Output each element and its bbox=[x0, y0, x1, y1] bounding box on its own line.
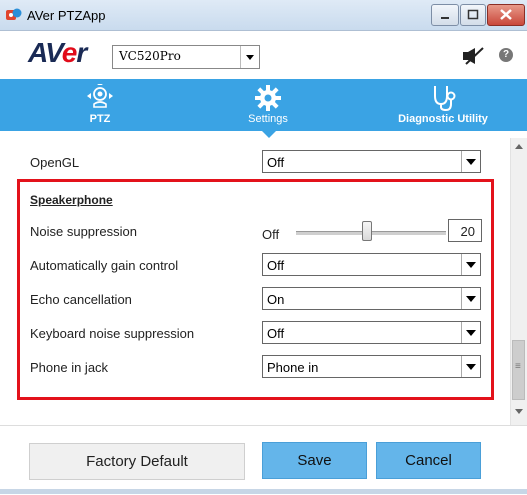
setting-row-echo-cancellation: Echo cancellation On bbox=[0, 282, 510, 316]
keyboard-noise-label: Keyboard noise suppression bbox=[30, 326, 195, 341]
chevron-down-icon bbox=[461, 288, 480, 309]
close-icon bbox=[500, 9, 512, 20]
setting-row-opengl: OpenGL Off bbox=[0, 145, 510, 179]
scroll-up-arrow-icon[interactable] bbox=[515, 144, 523, 149]
agc-value: Off bbox=[267, 258, 285, 273]
device-select-value: VC520Pro bbox=[119, 49, 181, 63]
ptz-camera-icon bbox=[87, 84, 113, 108]
stethoscope-icon bbox=[434, 86, 456, 112]
window-title: AVer PTZApp bbox=[27, 8, 106, 23]
echo-cancellation-select[interactable]: On bbox=[262, 287, 481, 310]
maximize-button[interactable] bbox=[460, 4, 486, 26]
window-bottom-border bbox=[0, 489, 527, 494]
agc-label: Automatically gain control bbox=[30, 258, 179, 273]
app-icon bbox=[6, 8, 22, 20]
factory-default-button[interactable]: Factory Default bbox=[29, 443, 245, 480]
tab-ptz-label: PTZ bbox=[89, 113, 111, 125]
chevron-down-icon bbox=[461, 254, 480, 275]
noise-suppression-label: Noise suppression bbox=[30, 224, 137, 239]
minimize-button[interactable] bbox=[431, 4, 459, 26]
noise-suppression-value-field[interactable]: 20 bbox=[448, 219, 482, 242]
setting-row-phone-jack: Phone in jack Phone in bbox=[0, 350, 510, 384]
scrollbar-thumb[interactable] bbox=[512, 340, 525, 400]
active-tab-indicator bbox=[262, 131, 276, 138]
chevron-down-icon bbox=[461, 356, 480, 377]
mic-muted-icon[interactable] bbox=[463, 47, 485, 65]
window-titlebar: AVer PTZApp bbox=[0, 0, 527, 31]
keyboard-noise-select[interactable]: Off bbox=[262, 321, 481, 344]
maximize-icon bbox=[467, 9, 479, 20]
tab-settings[interactable]: Settings bbox=[228, 79, 308, 131]
noise-suppression-min-label: Off bbox=[262, 227, 280, 242]
device-select[interactable]: VC520Pro bbox=[112, 45, 260, 69]
phone-jack-value: Phone in bbox=[267, 360, 319, 375]
noise-suppression-value: 20 bbox=[460, 224, 475, 239]
opengl-select[interactable]: Off bbox=[262, 150, 481, 173]
vertical-scrollbar[interactable] bbox=[510, 138, 527, 425]
echo-cancellation-value: On bbox=[267, 292, 285, 307]
opengl-value: Off bbox=[267, 155, 285, 170]
tab-diagnostic-label: Diagnostic Utility bbox=[398, 113, 488, 125]
speakerphone-section-title: Speakerphone bbox=[30, 193, 113, 207]
phone-jack-label: Phone in jack bbox=[30, 360, 109, 375]
setting-row-agc: Automatically gain control Off bbox=[0, 248, 510, 282]
tab-diagnostic-utility[interactable]: Diagnostic Utility bbox=[378, 79, 508, 131]
chevron-down-icon bbox=[461, 151, 480, 172]
chevron-down-icon bbox=[240, 46, 259, 68]
chevron-down-icon bbox=[461, 322, 480, 343]
tab-settings-label: Settings bbox=[248, 113, 288, 125]
tab-ptz[interactable]: PTZ bbox=[60, 79, 140, 131]
close-button[interactable] bbox=[487, 4, 525, 26]
keyboard-noise-value: Off bbox=[267, 326, 285, 341]
help-icon[interactable]: ? bbox=[499, 48, 513, 62]
phone-jack-select[interactable]: Phone in bbox=[262, 355, 481, 378]
save-button[interactable]: Save bbox=[262, 442, 367, 479]
minimize-icon bbox=[441, 17, 449, 19]
opengl-label: OpenGL bbox=[30, 155, 80, 170]
noise-suppression-slider-thumb[interactable] bbox=[361, 221, 372, 241]
agc-select[interactable]: Off bbox=[262, 253, 481, 276]
app-header: AVer VC520Pro ? bbox=[0, 31, 527, 79]
scroll-down-arrow-icon[interactable] bbox=[515, 409, 523, 414]
main-tab-bar: PTZ Settings Diagnostic Utility bbox=[0, 79, 527, 131]
aver-logo: AVer bbox=[28, 37, 87, 68]
gear-icon bbox=[255, 85, 281, 111]
setting-row-keyboard-noise: Keyboard noise suppression Off bbox=[0, 316, 510, 350]
cancel-button[interactable]: Cancel bbox=[376, 442, 481, 479]
echo-cancellation-label: Echo cancellation bbox=[30, 292, 132, 307]
